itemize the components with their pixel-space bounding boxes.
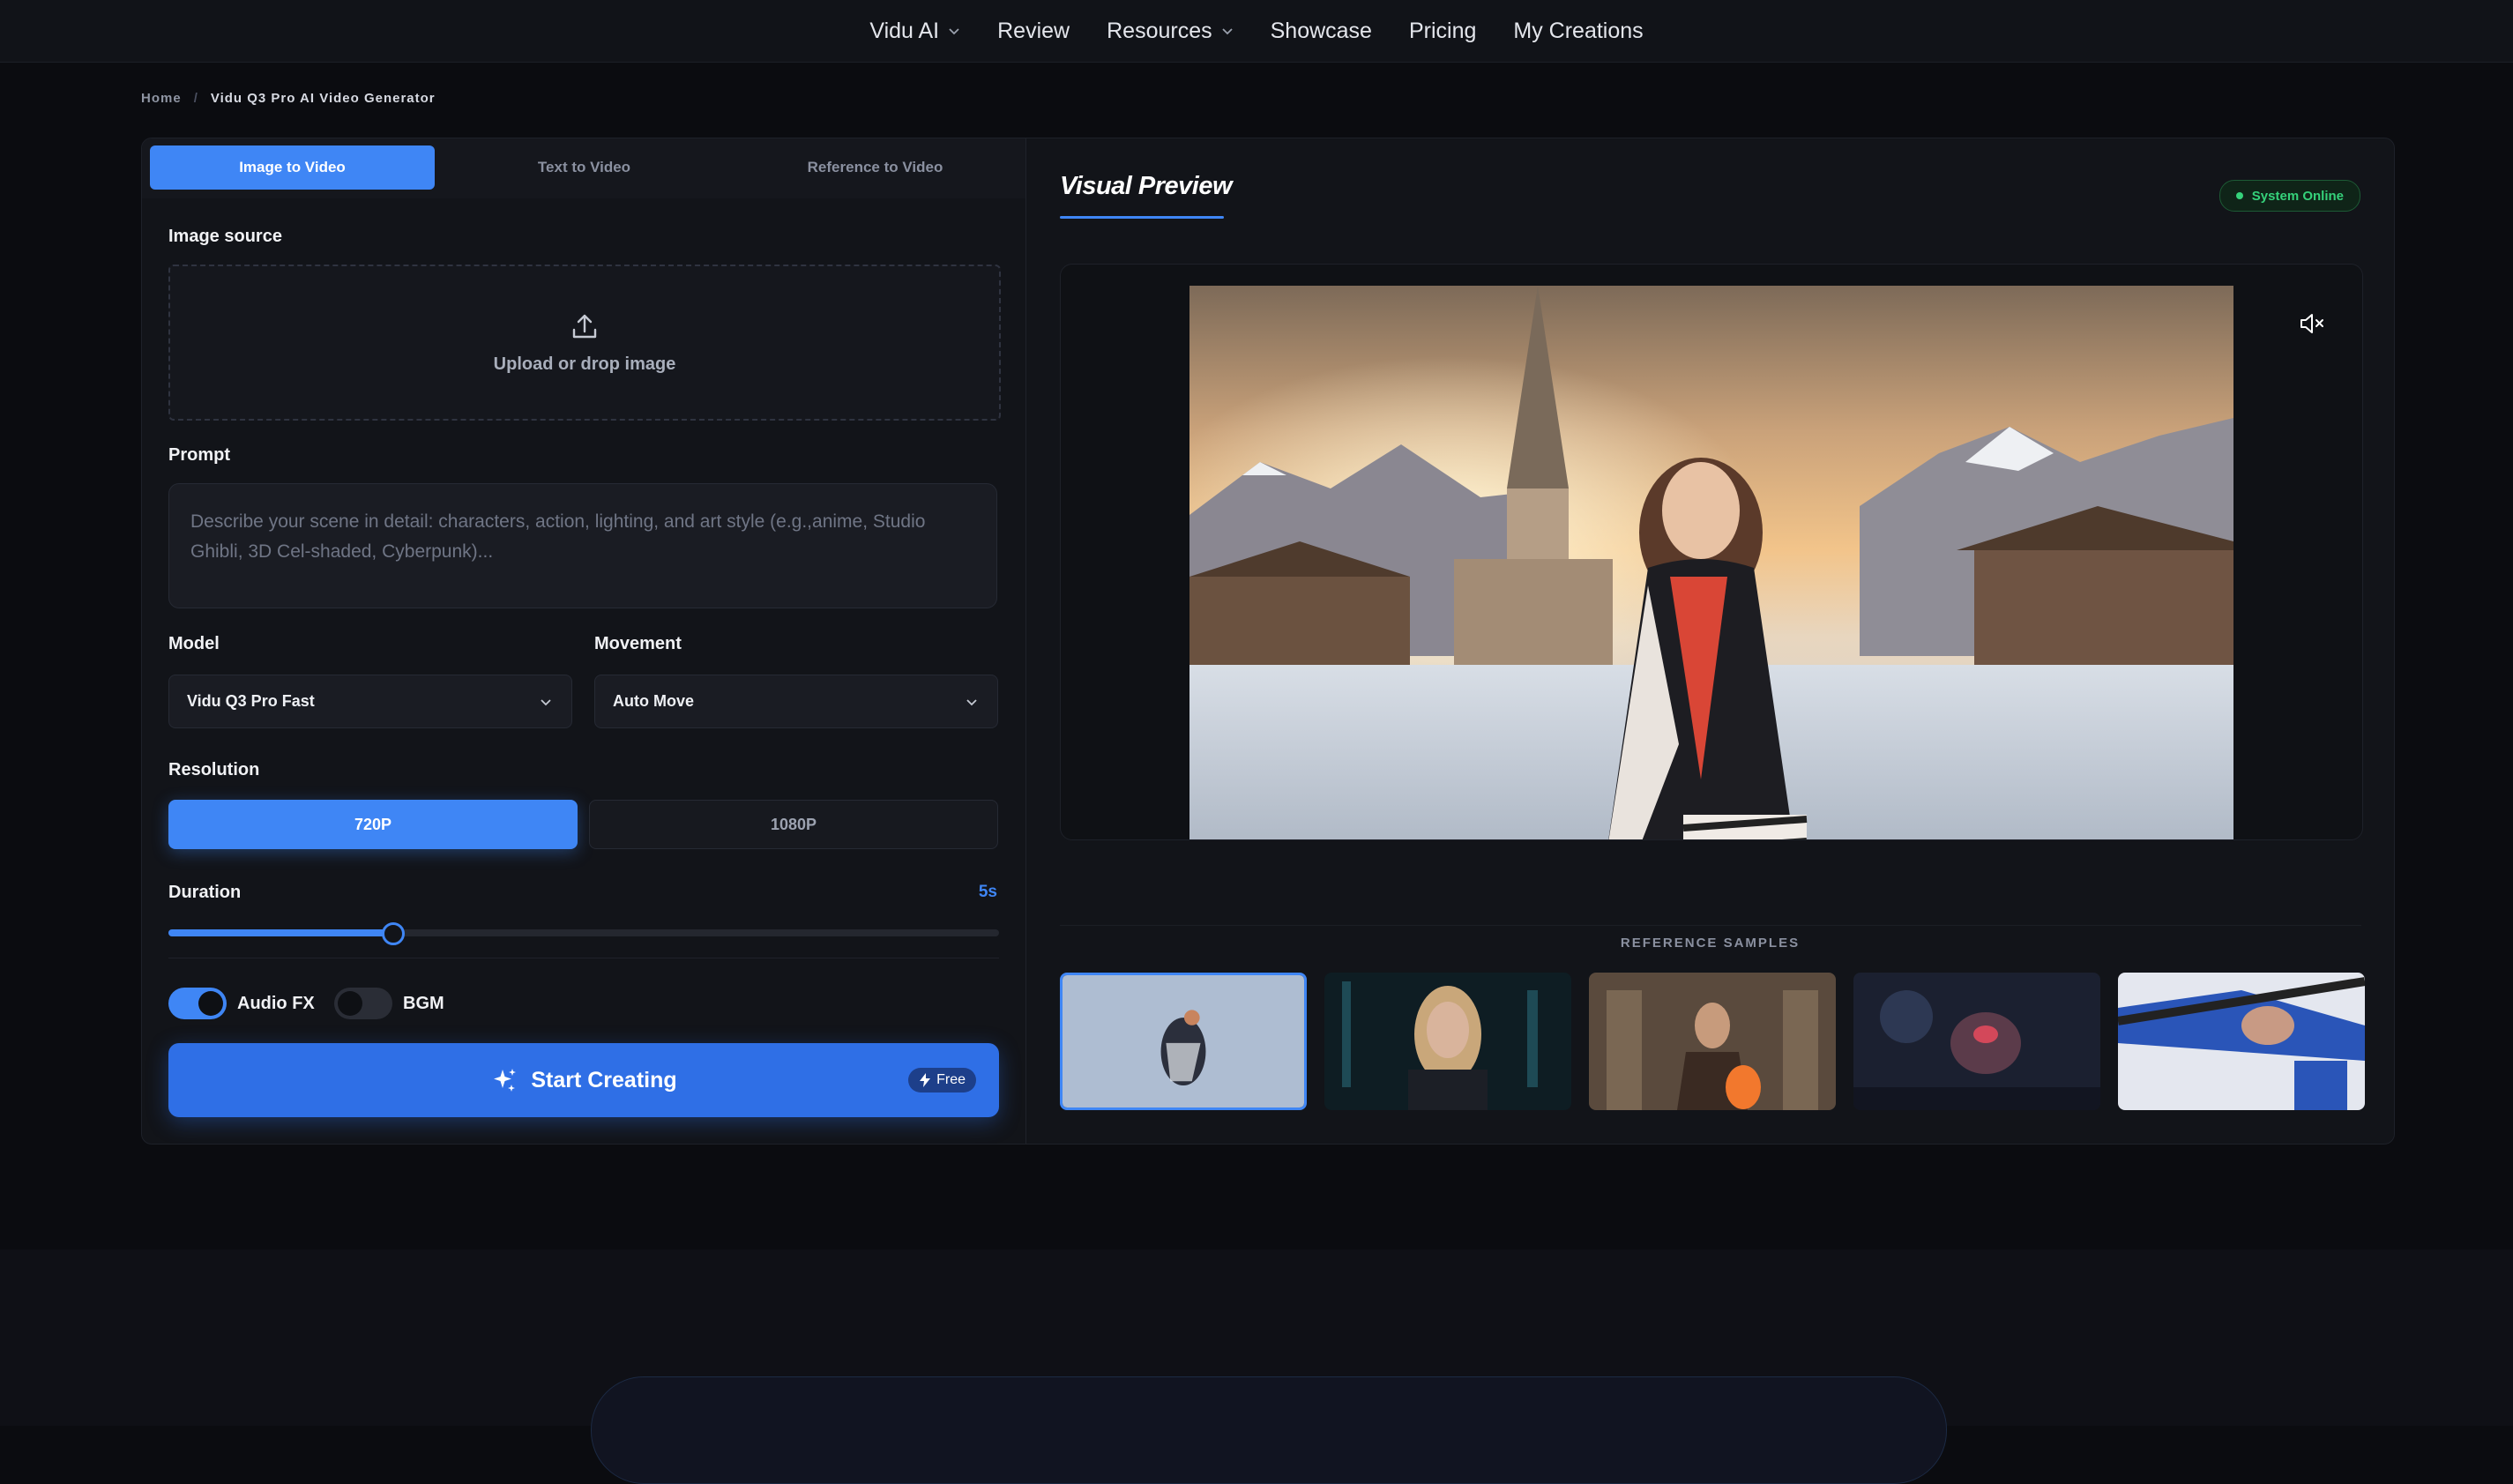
reference-sample-fire[interactable] (1589, 973, 1836, 1110)
status-text: System Online (2251, 188, 2344, 204)
nav-resources[interactable]: Resources (1088, 19, 1252, 44)
nav-my-creations[interactable]: My Creations (1495, 19, 1661, 44)
nav-label: Pricing (1408, 18, 1477, 43)
mech-thumbnail (1853, 973, 2100, 1110)
tab-reference-to-video[interactable]: Reference to Video (733, 145, 1018, 190)
sparkle-icon (494, 1069, 517, 1092)
chevron-down-icon (1221, 28, 1233, 35)
settings-panel: Image to Video Text to Video Reference t… (142, 138, 1026, 1144)
chevron-down-icon (966, 698, 977, 705)
free-badge: Free (908, 1068, 976, 1092)
resolution-label: Resolution (168, 760, 260, 779)
preview-video-frame (1189, 286, 2233, 839)
chevron-down-icon (949, 28, 959, 35)
bolt-icon (920, 1073, 931, 1087)
model-select[interactable]: Vidu Q3 Pro Fast (168, 675, 572, 728)
status-dot-icon (2235, 192, 2243, 199)
duration-label: Duration (168, 883, 242, 902)
start-creating-label: Start Creating (531, 1067, 677, 1092)
reference-samples-title: REFERENCE SAMPLES (1620, 936, 1801, 951)
divider (1060, 925, 2361, 926)
nav-label: My Creations (1513, 18, 1644, 43)
nav-label: Review (997, 18, 1070, 43)
toggle-knob (338, 991, 362, 1016)
speaker-muted-icon (2300, 314, 2323, 333)
movement-value: Auto Move (613, 692, 694, 710)
prompt-textarea[interactable]: Describe your scene in detail: character… (168, 483, 997, 608)
model-value: Vidu Q3 Pro Fast (187, 692, 315, 710)
nav-vidu-ai[interactable]: Vidu AI (851, 19, 979, 44)
upload-text: Upload or drop image (493, 354, 676, 374)
duration-slider[interactable] (168, 922, 999, 945)
skater-thumbnail (1063, 975, 1304, 1107)
reference-sample-samurai[interactable] (2118, 973, 2365, 1110)
title-underline (1060, 216, 1224, 219)
breadcrumb-separator: / (193, 91, 198, 106)
fire-thumbnail (1589, 973, 1836, 1110)
top-nav: Vidu AI Review Resources Showcase Pricin… (0, 0, 2513, 63)
slider-fill (168, 929, 393, 936)
nav-review[interactable]: Review (979, 19, 1088, 44)
resolution-720p-button[interactable]: 720P (168, 800, 578, 849)
model-label: Model (168, 634, 220, 653)
prompt-label: Prompt (168, 445, 230, 465)
reference-sample-cyber[interactable] (1324, 973, 1571, 1110)
duration-value: 5s (978, 883, 997, 901)
breadcrumb: Home / Vidu Q3 Pro AI Video Generator (141, 91, 436, 106)
nav-pricing[interactable]: Pricing (1391, 19, 1495, 44)
bgm-label: BGM (403, 994, 444, 1013)
toggle-knob (198, 991, 223, 1016)
prompt-placeholder: Describe your scene in detail: character… (190, 511, 926, 562)
slider-thumb[interactable] (382, 922, 406, 945)
reference-sample-skater[interactable] (1060, 973, 1307, 1110)
nav-label: Resources (1107, 18, 1212, 43)
tab-text-to-video[interactable]: Text to Video (442, 145, 727, 190)
nav-showcase[interactable]: Showcase (1252, 19, 1391, 44)
audio-fx-toggle[interactable] (168, 988, 227, 1019)
movement-select[interactable]: Auto Move (594, 675, 998, 728)
video-preview[interactable] (1060, 264, 2363, 840)
chevron-down-icon (541, 698, 551, 705)
footer-pill (591, 1376, 1947, 1484)
upload-icon (572, 314, 597, 339)
breadcrumb-current: Vidu Q3 Pro AI Video Generator (210, 91, 436, 106)
image-upload-dropzone[interactable]: Upload or drop image (168, 265, 1001, 421)
preview-panel: Visual Preview System Online REFERENCE S… (1026, 138, 2394, 1144)
bgm-toggle[interactable] (334, 988, 392, 1019)
samurai-thumbnail (2118, 973, 2365, 1110)
resolution-1080p-button[interactable]: 1080P (589, 800, 998, 849)
mode-tabs: Image to Video Text to Video Reference t… (142, 138, 1025, 198)
audio-fx-label: Audio FX (237, 994, 315, 1013)
start-creating-button[interactable]: Start Creating Free (168, 1043, 999, 1117)
free-label: Free (936, 1072, 966, 1087)
tab-image-to-video[interactable]: Image to Video (150, 145, 435, 190)
image-source-label: Image source (168, 227, 282, 246)
cyber-thumbnail (1324, 973, 1571, 1110)
visual-preview-title: Visual Preview (1060, 172, 1233, 200)
status-badge: System Online (2218, 180, 2360, 212)
movement-label: Movement (594, 634, 682, 653)
generator-card: Image to Video Text to Video Reference t… (141, 138, 2395, 1145)
breadcrumb-home[interactable]: Home (141, 91, 182, 106)
reference-sample-mech[interactable] (1853, 973, 2100, 1110)
nav-label: Showcase (1270, 18, 1372, 43)
nav-label: Vidu AI (869, 18, 940, 43)
